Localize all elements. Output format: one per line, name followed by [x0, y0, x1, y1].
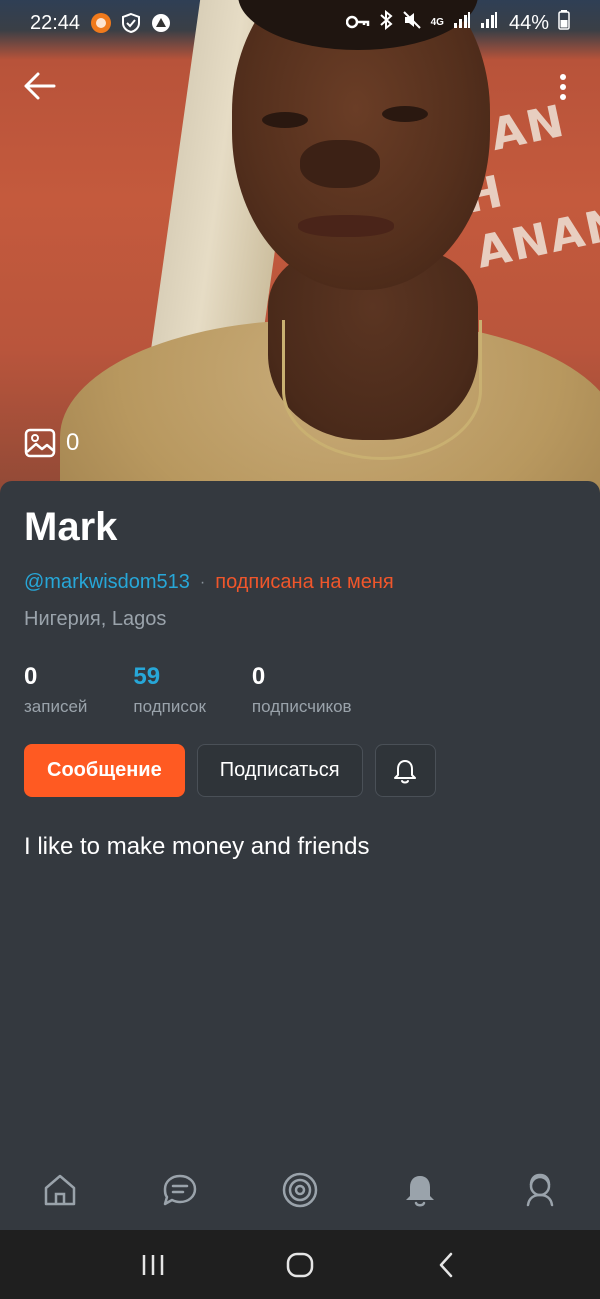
system-back-button[interactable] — [427, 1245, 467, 1285]
profile-bio: I like to make money and friends — [24, 833, 370, 860]
nav-discover[interactable] — [280, 1170, 320, 1210]
stat-value: 59 — [133, 663, 161, 690]
profile-screen: DAN H ANAN 22:44 4G 44% 0 Mark @markwisd… — [0, 0, 600, 1299]
stat-following[interactable]: 59 подписок — [133, 663, 206, 717]
status-right-group: 4G 44% — [345, 9, 570, 36]
handle-row: @markwisdom513 · подписана на меня — [24, 571, 394, 594]
signal-icon — [453, 11, 471, 35]
photo-nose — [300, 140, 380, 188]
vpn-key-icon — [345, 12, 370, 35]
bottom-navigation — [0, 1150, 600, 1230]
arrow-left-icon — [24, 72, 56, 100]
home-button[interactable] — [280, 1245, 320, 1285]
more-menu-button[interactable] — [548, 70, 578, 104]
more-vertical-icon — [560, 74, 566, 100]
profile-actions: Сообщение Подписаться — [24, 744, 436, 797]
profile-cover-photo[interactable]: DAN H ANAN — [0, 0, 600, 500]
recent-apps-button[interactable] — [133, 1245, 173, 1285]
image-icon — [24, 428, 56, 458]
stat-followers[interactable]: 0 подписчиков — [252, 663, 352, 717]
nav-home[interactable] — [40, 1170, 80, 1210]
profile-name: Mark — [24, 505, 118, 549]
photo-count-value: 0 — [66, 429, 80, 456]
battery-icon — [558, 10, 570, 36]
status-time: 22:44 — [30, 11, 81, 34]
separator-dot: · — [199, 573, 206, 591]
message-button[interactable]: Сообщение — [24, 744, 185, 797]
profile-handle[interactable]: @markwisdom513 — [24, 571, 190, 594]
photo-mouth — [298, 215, 394, 237]
status-bar: 22:44 4G 44% — [0, 0, 600, 46]
target-icon — [282, 1172, 318, 1208]
no-sync-icon — [150, 12, 172, 34]
nav-notifications[interactable] — [400, 1170, 440, 1210]
photo-chain — [282, 320, 482, 460]
stat-label: записей — [24, 697, 88, 716]
mute-icon — [402, 10, 422, 36]
back-button[interactable] — [22, 70, 62, 104]
profile-location: Нигерия, Lagos — [24, 608, 167, 630]
stat-label: подписчиков — [251, 697, 352, 716]
nav-profile[interactable] — [520, 1170, 560, 1210]
nav-messages[interactable] — [160, 1170, 200, 1210]
chat-icon — [163, 1174, 197, 1206]
home-circle-icon — [286, 1252, 314, 1277]
subscribe-button[interactable]: Подписаться — [196, 744, 363, 797]
bell-icon — [406, 1176, 434, 1207]
stat-value: 0 — [251, 663, 266, 690]
app-notification-icon — [90, 12, 112, 34]
follows-me-label: подписана на меня — [215, 571, 394, 593]
stat-label: подписок — [133, 697, 206, 716]
signal-icon — [480, 11, 498, 35]
chevron-left-icon — [439, 1252, 452, 1277]
photo-count[interactable]: 0 — [24, 428, 79, 458]
stat-posts[interactable]: 0 записей — [24, 663, 87, 717]
system-navigation-bar — [0, 1230, 600, 1299]
notifications-toggle-button[interactable] — [374, 744, 436, 797]
profile-card: Mark @markwisdom513 · подписана на меня … — [0, 481, 600, 1231]
photo-eye — [382, 106, 428, 122]
network-type: 4G — [430, 17, 444, 28]
photo-eye — [262, 112, 308, 128]
stat-value: 0 — [24, 663, 38, 690]
recent-apps-icon — [143, 1254, 164, 1275]
bell-outline-icon — [394, 759, 417, 783]
profile-stats: 0 записей 59 подписок 0 подписчиков — [24, 663, 398, 717]
bluetooth-icon — [379, 9, 393, 36]
home-icon — [44, 1174, 76, 1206]
profile-icon — [526, 1173, 554, 1207]
battery-percent: 44% — [508, 11, 549, 34]
shield-icon — [120, 12, 142, 34]
